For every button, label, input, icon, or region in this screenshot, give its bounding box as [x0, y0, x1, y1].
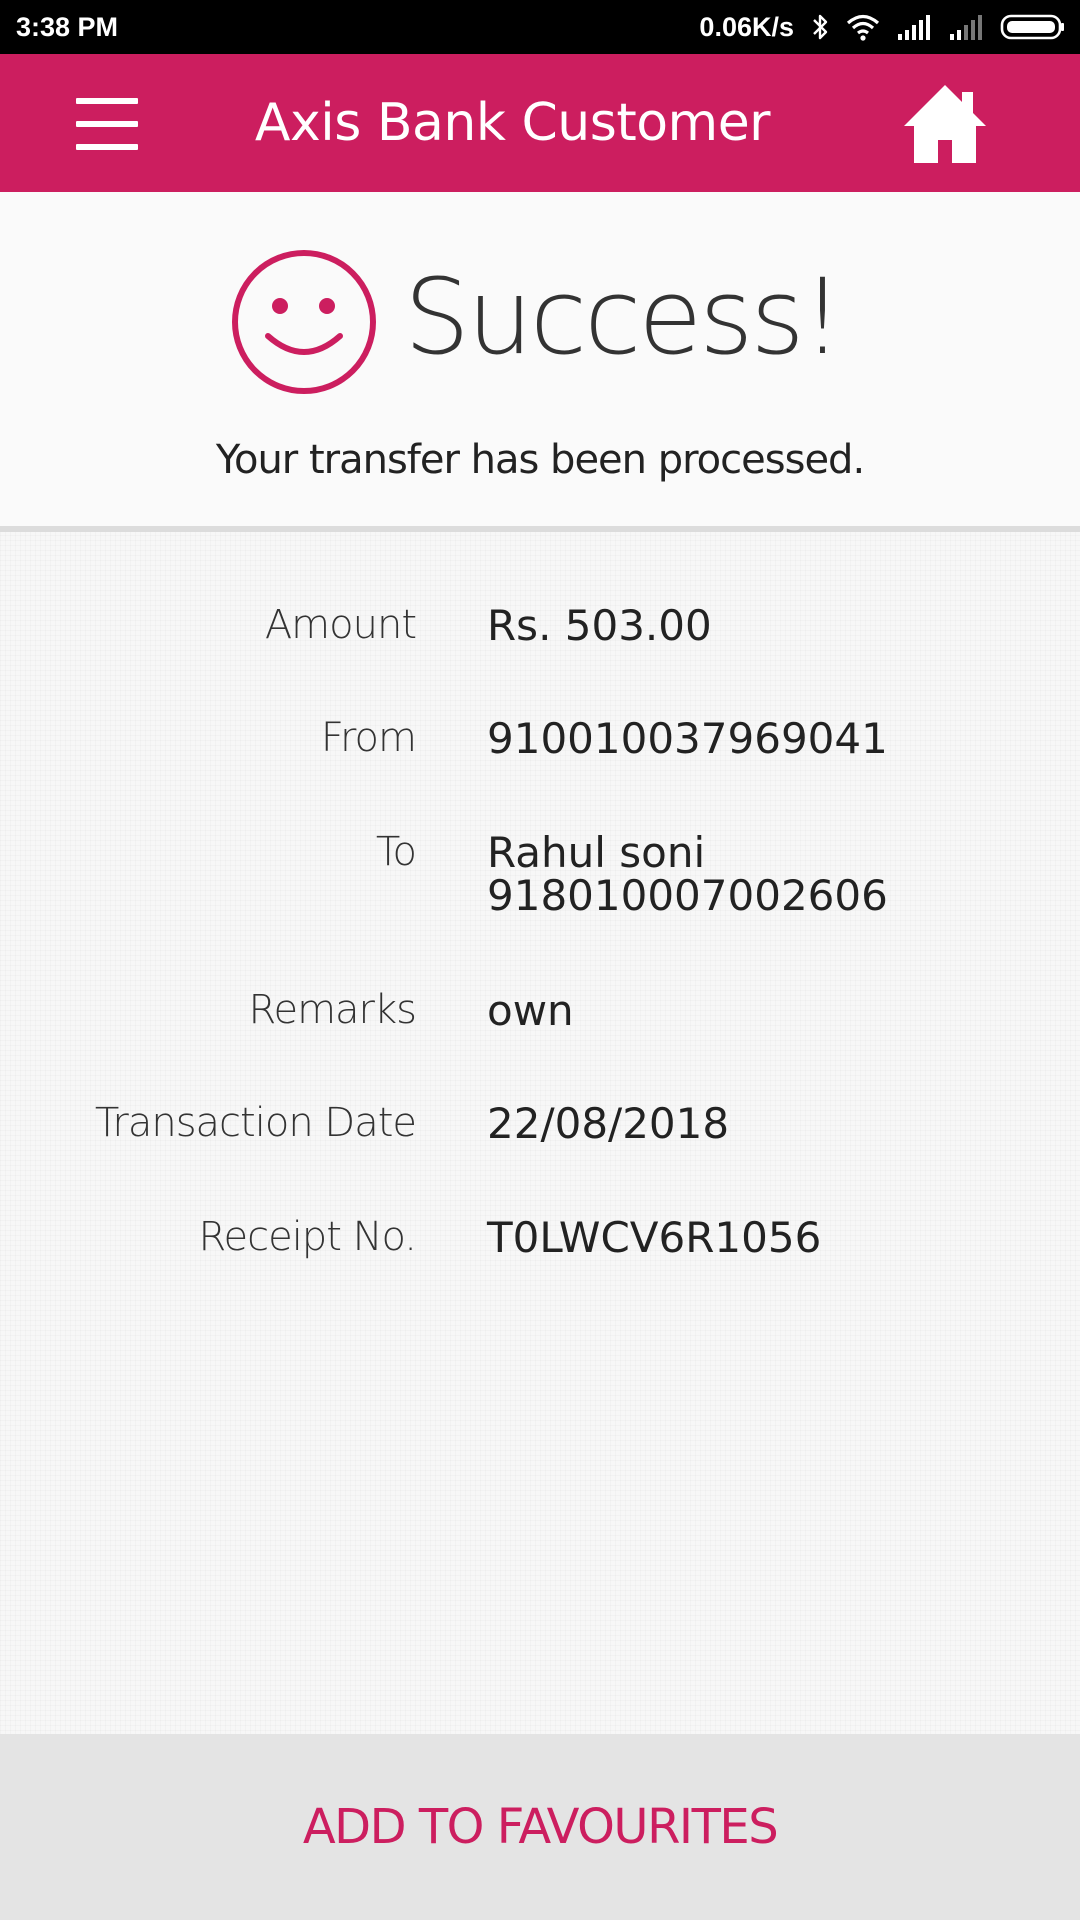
status-time: 3:38 PM — [16, 12, 119, 42]
transaction-date-value: 22/08/2018 — [487, 1099, 730, 1148]
smiley-icon — [230, 248, 378, 396]
to-name-value: Rahul soni — [487, 828, 706, 877]
signal-weak-icon — [948, 12, 984, 42]
signal-icon — [896, 12, 932, 42]
to-account-value: 918010007002606 — [487, 871, 888, 920]
add-to-favourites-button[interactable]: ADD TO FAVOURITES — [0, 1734, 1080, 1920]
transaction-date-label: Transaction Date — [94, 1100, 417, 1146]
home-icon[interactable] — [900, 82, 990, 166]
to-label: To — [375, 829, 417, 875]
success-title: Success! — [404, 256, 843, 378]
battery-icon — [1000, 12, 1066, 42]
wifi-icon — [846, 12, 880, 42]
remarks-label: Remarks — [248, 987, 417, 1033]
from-label: From — [320, 715, 417, 761]
page-title: Axis Bank Customer — [254, 93, 771, 153]
app-header: Axis Bank Customer — [0, 54, 1080, 192]
hamburger-menu-icon[interactable] — [76, 98, 138, 150]
receipt-no-value: T0LWCV6R1056 — [487, 1213, 822, 1262]
receipt-no-label: Receipt No. — [198, 1214, 417, 1260]
from-account-value: 910010037969041 — [487, 714, 888, 763]
status-indicators: 0.06K/s — [699, 8, 1066, 46]
amount-value: Rs. 503.00 — [487, 601, 712, 650]
remarks-value: own — [487, 986, 574, 1035]
status-bar: 3:38 PM 0.06K/s — [0, 0, 1080, 54]
divider — [0, 526, 1080, 532]
success-message: Your transfer has been processed. — [215, 437, 865, 483]
amount-label: Amount — [264, 602, 417, 648]
network-speed: 0.06K/s — [699, 11, 794, 42]
bluetooth-icon — [810, 12, 830, 42]
